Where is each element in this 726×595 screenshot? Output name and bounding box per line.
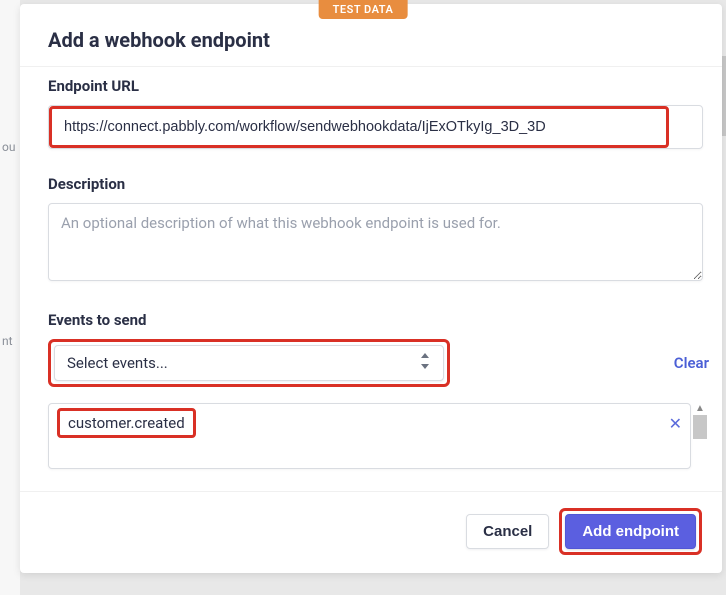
webhook-modal: Add a webhook endpoint Endpoint URL Desc…	[20, 4, 722, 573]
clear-events-link[interactable]: Clear	[674, 354, 709, 372]
description-field: Description	[48, 175, 694, 285]
list-scrollbar[interactable]: ▲	[691, 403, 709, 469]
chevron-updown-icon	[419, 353, 431, 373]
endpoint-url-field: Endpoint URL	[48, 77, 694, 149]
test-data-badge: TEST DATA	[319, 0, 408, 19]
add-endpoint-button[interactable]: Add endpoint	[565, 514, 696, 549]
selected-events-list: customer.created ✕	[48, 403, 691, 469]
list-item: customer.created ✕	[57, 408, 682, 438]
description-textarea[interactable]	[48, 203, 703, 281]
description-label: Description	[48, 175, 694, 193]
endpoint-url-input[interactable]	[54, 111, 659, 143]
event-tag: customer.created	[57, 408, 196, 438]
background-sidebar-sliver: ou nt	[0, 0, 20, 595]
remove-event-icon[interactable]: ✕	[669, 414, 682, 433]
modal-footer: Cancel Add endpoint	[20, 492, 722, 573]
endpoint-url-label: Endpoint URL	[48, 77, 694, 95]
events-label: Events to send	[48, 311, 694, 329]
list-scrollbar-thumb[interactable]	[693, 415, 707, 439]
modal-body: Endpoint URL Description Events to send …	[20, 66, 722, 492]
events-select-placeholder: Select events...	[67, 354, 168, 372]
events-select[interactable]: Select events...	[54, 345, 444, 381]
events-field: Events to send Select events... Clear cu…	[48, 311, 694, 469]
cancel-button[interactable]: Cancel	[466, 514, 549, 549]
modal-title: Add a webhook endpoint	[48, 28, 694, 52]
